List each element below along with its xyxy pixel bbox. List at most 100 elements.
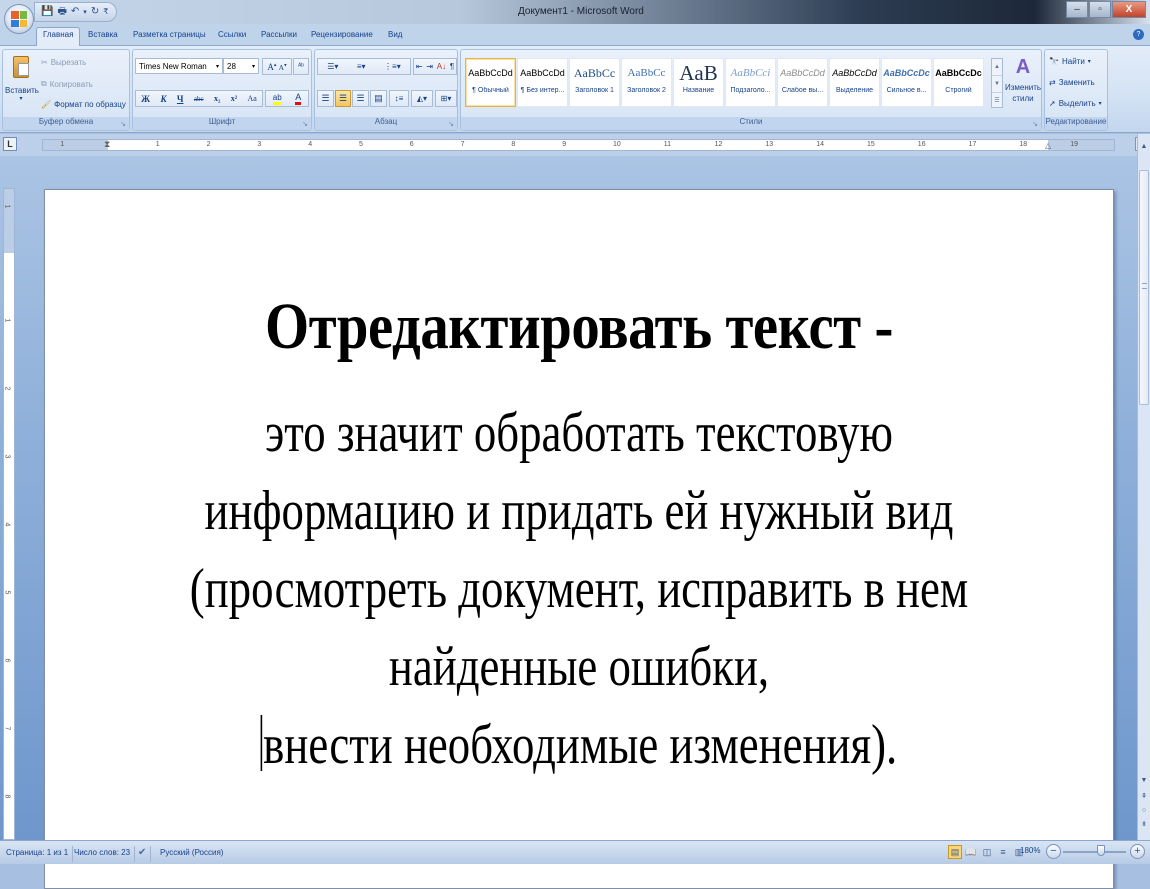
- zoom-slider-thumb[interactable]: [1096, 845, 1105, 856]
- style-intense-emphasis[interactable]: AaBbCcDc Сильное в...: [881, 58, 932, 107]
- dialog-launcher-icon[interactable]: ↘: [120, 120, 126, 128]
- maximize-button[interactable]: ▫: [1089, 1, 1111, 18]
- vertical-scrollbar[interactable]: ▲ ▼ ⇞ ○ ⇟: [1137, 134, 1150, 840]
- undo-icon[interactable]: ↶: [71, 7, 79, 17]
- tab-review[interactable]: Рецензирование: [305, 28, 379, 41]
- office-button[interactable]: [4, 4, 34, 34]
- tab-home[interactable]: Главная: [36, 27, 81, 46]
- style-title[interactable]: AaB Название: [673, 58, 724, 107]
- style-heading-1[interactable]: AaBbCc Заголовок 1: [569, 58, 620, 107]
- grow-font-button[interactable]: A▴ A▾: [262, 58, 292, 75]
- cut-button[interactable]: ✂ Вырезать: [41, 58, 86, 67]
- dialog-launcher-icon[interactable]: ↘: [448, 120, 454, 128]
- paste-button[interactable]: Вставить ▾: [5, 54, 39, 112]
- font-size-select[interactable]: 28 ▾: [223, 58, 259, 74]
- vertical-ruler[interactable]: 1 1 2 3 4 5 6 7 8: [3, 188, 15, 840]
- print-icon[interactable]: 🖶: [57, 7, 66, 17]
- clear-formatting-button[interactable]: ᴬᵇ: [293, 58, 309, 75]
- save-icon[interactable]: 💾: [41, 7, 53, 17]
- style-normal[interactable]: AaBbCcDd ¶ Обычный: [465, 58, 516, 107]
- close-button[interactable]: X: [1112, 1, 1146, 18]
- minimize-button[interactable]: –: [1066, 1, 1088, 18]
- superscript-button[interactable]: x²: [231, 94, 237, 103]
- italic-button[interactable]: К: [160, 94, 166, 104]
- find-button[interactable]: 🔭 Найти ▾: [1049, 57, 1091, 66]
- numbering-icon[interactable]: ≡▾: [357, 62, 366, 71]
- sort-icon[interactable]: A↓: [437, 62, 446, 71]
- align-left-button[interactable]: ☰: [317, 90, 334, 107]
- subscript-button[interactable]: x₂: [214, 94, 220, 103]
- gallery-down-icon[interactable]: ▼: [992, 76, 1002, 93]
- vertical-ruler-number: 3: [3, 454, 11, 459]
- change-case-button[interactable]: Aa: [247, 94, 256, 103]
- scroll-down-icon[interactable]: ▼: [1138, 774, 1150, 787]
- borders-button[interactable]: ⊞▾: [435, 90, 457, 107]
- font-name-select[interactable]: Times New Roman ▾: [135, 58, 223, 74]
- dialog-launcher-icon[interactable]: ↘: [1032, 120, 1038, 128]
- outline-view-icon[interactable]: ≡: [996, 845, 1010, 859]
- tab-stop-selector[interactable]: L: [3, 137, 17, 151]
- copy-button[interactable]: ⧉ Копировать: [41, 79, 93, 89]
- select-browse-object-icon[interactable]: ○: [1138, 804, 1150, 817]
- select-button[interactable]: ➚ Выделить ▾: [1049, 99, 1102, 108]
- document-page[interactable]: Отредактировать текст - это значит обраб…: [44, 189, 1114, 889]
- help-icon[interactable]: ?: [1133, 29, 1144, 40]
- grip-icon: [1142, 283, 1147, 289]
- spell-check-icon[interactable]: ✔: [134, 846, 152, 862]
- tab-insert[interactable]: Вставка: [82, 28, 124, 41]
- strikethrough-button[interactable]: abc: [194, 95, 204, 103]
- bold-button[interactable]: Ж: [141, 94, 150, 104]
- zoom-slider[interactable]: [1063, 851, 1126, 853]
- web-layout-icon[interactable]: ◫: [980, 845, 994, 859]
- indent-marker[interactable]: ⧗: [104, 139, 110, 149]
- replace-button[interactable]: ⇄ Заменить: [1049, 78, 1095, 87]
- underline-button[interactable]: Ч: [177, 94, 184, 104]
- style-emphasis[interactable]: AaBbCcDd Выделение: [829, 58, 880, 107]
- gallery-more-icon[interactable]: ☰: [992, 93, 1002, 109]
- print-layout-icon[interactable]: ▤: [948, 845, 962, 859]
- align-center-button[interactable]: ☰: [335, 90, 351, 107]
- style-no-spacing[interactable]: AaBbCcDd ¶ Без интер...: [517, 58, 568, 107]
- style-subtle-emphasis[interactable]: AaBbCcDd Слабое вы...: [777, 58, 828, 107]
- word-count[interactable]: Число слов: 23: [70, 846, 136, 862]
- font-color-icon[interactable]: A: [295, 92, 302, 105]
- multilevel-list-icon[interactable]: ⋮≡▾: [384, 62, 401, 71]
- next-page-icon[interactable]: ⇟: [1138, 818, 1150, 831]
- scrollbar-thumb[interactable]: [1139, 170, 1149, 405]
- change-styles-button[interactable]: A Изменить стили: [1005, 56, 1041, 104]
- format-painter-button[interactable]: 🖌 Формат по образцу: [41, 100, 126, 109]
- gallery-up-icon[interactable]: ▲: [992, 59, 1002, 76]
- redo-icon[interactable]: ↻: [91, 7, 99, 17]
- horizontal-ruler[interactable]: ⧗ △ 1 1 2 3 4 5 6 7 8 9 10 11 12 13 14 15 16 17 18 19: [42, 139, 1115, 151]
- right-indent-marker[interactable]: △: [1045, 141, 1051, 151]
- increase-indent-icon[interactable]: ⇥: [426, 62, 433, 71]
- pilcrow-icon[interactable]: ¶: [450, 62, 454, 71]
- ruler-number: 8: [511, 141, 516, 148]
- decrease-indent-icon[interactable]: ⇤: [416, 62, 423, 71]
- style-subtitle[interactable]: AaBbCci Подзаголо...: [725, 58, 776, 107]
- zoom-level[interactable]: 180%: [1020, 846, 1040, 855]
- tab-references[interactable]: Ссылки: [212, 28, 252, 41]
- dialog-launcher-icon[interactable]: ↘: [302, 120, 308, 128]
- undo-dropdown-icon[interactable]: ▾: [83, 9, 87, 16]
- previous-page-icon[interactable]: ⇞: [1138, 790, 1150, 803]
- justify-button[interactable]: ▤: [370, 90, 387, 107]
- align-right-button[interactable]: ☰: [352, 90, 369, 107]
- tab-page-layout[interactable]: Разметка страницы: [127, 28, 212, 41]
- document-body[interactable]: Отредактировать текст - это значит обраб…: [45, 288, 1113, 784]
- shading-button[interactable]: ◭▾: [411, 90, 433, 107]
- highlight-color-icon[interactable]: ab: [272, 93, 282, 105]
- page-count[interactable]: Страница: 1 из 1: [2, 846, 74, 862]
- scroll-up-icon[interactable]: ▲: [1138, 140, 1150, 153]
- style-heading-2[interactable]: AaBbCc Заголовок 2: [621, 58, 672, 107]
- zoom-in-button[interactable]: +: [1130, 844, 1145, 859]
- full-screen-reading-icon[interactable]: 📖: [964, 845, 978, 859]
- zoom-out-button[interactable]: −: [1046, 844, 1061, 859]
- line-spacing-button[interactable]: ↕≡: [389, 90, 409, 107]
- tab-mailings[interactable]: Рассылки: [255, 28, 303, 41]
- customize-toolbar-icon[interactable]: ₹: [103, 8, 108, 16]
- bullets-icon[interactable]: ☰▾: [327, 62, 338, 71]
- style-strong[interactable]: AaBbCcDc Строгий: [933, 58, 984, 107]
- language-indicator[interactable]: Русский (Россия): [156, 846, 227, 862]
- tab-view[interactable]: Вид: [382, 28, 408, 41]
